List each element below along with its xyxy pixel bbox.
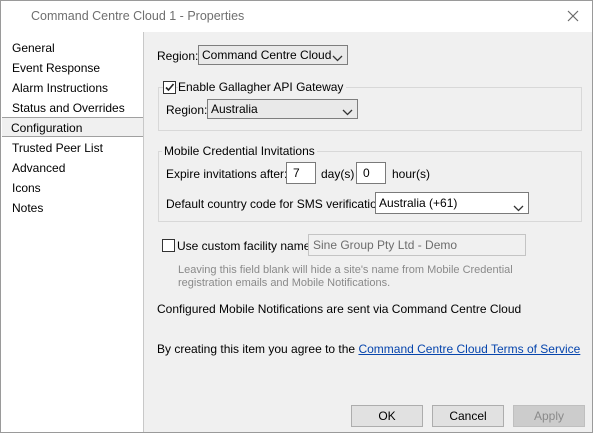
ok-button[interactable]: OK bbox=[351, 405, 423, 427]
nav-item-icons[interactable]: Icons bbox=[12, 180, 41, 197]
nav-item-advanced[interactable]: Advanced bbox=[12, 160, 65, 177]
custom-facility-input[interactable]: Sine Group Pty Ltd - Demo bbox=[308, 234, 526, 256]
country-code-label: Default country code for SMS verificatio… bbox=[166, 197, 387, 211]
terms-of-service-link[interactable]: Command Centre Cloud Terms of Service bbox=[358, 342, 580, 356]
gateway-region-value: Australia bbox=[211, 102, 258, 116]
country-code-value: Australia (+61) bbox=[379, 196, 458, 210]
close-icon[interactable] bbox=[562, 5, 584, 27]
nav-item-status-and-overrides[interactable]: Status and Overrides bbox=[12, 100, 125, 117]
region-dropdown-value: Command Centre Cloud bbox=[202, 48, 332, 62]
cancel-button[interactable]: Cancel bbox=[432, 405, 504, 427]
nav-item-event-response[interactable]: Event Response bbox=[12, 60, 100, 77]
hours-unit: hour(s) bbox=[392, 167, 431, 181]
title-bar: Command Centre Cloud 1 - Properties bbox=[1, 1, 592, 32]
custom-facility-checkbox[interactable] bbox=[162, 239, 175, 252]
terms-sentence: By creating this item you agree to the C… bbox=[157, 342, 580, 356]
days-unit: day(s) bbox=[321, 167, 355, 181]
custom-facility-label[interactable]: Use custom facility name bbox=[177, 239, 310, 253]
region-dropdown[interactable]: Command Centre Cloud bbox=[198, 45, 348, 65]
expire-label: Expire invitations after: bbox=[166, 167, 288, 181]
chevron-down-icon bbox=[513, 199, 524, 212]
chevron-down-icon bbox=[342, 104, 353, 116]
facility-hint-line1: Leaving this field blank will hide a sit… bbox=[178, 264, 513, 276]
notifications-text: Configured Mobile Notifications are sent… bbox=[157, 302, 522, 316]
gateway-region-dropdown[interactable]: Australia bbox=[207, 99, 358, 119]
sidebar-nav: General Event Response Alarm Instruction… bbox=[1, 32, 143, 432]
facility-hint-line2: registration emails and Mobile Notificat… bbox=[178, 277, 391, 289]
configuration-panel: Region: Command Centre Cloud Enable Gall… bbox=[143, 32, 592, 432]
properties-dialog: Command Centre Cloud 1 - Properties Gene… bbox=[0, 0, 593, 433]
region-label: Region: bbox=[157, 49, 199, 63]
chevron-down-icon bbox=[332, 50, 343, 62]
expire-days-input[interactable]: 7 bbox=[286, 162, 316, 184]
gateway-checkbox-label[interactable]: Enable Gallagher API Gateway bbox=[178, 80, 347, 94]
gateway-region-label: Region: bbox=[166, 103, 208, 117]
gateway-checkbox[interactable] bbox=[163, 81, 176, 94]
country-code-dropdown[interactable]: Australia (+61) bbox=[375, 192, 529, 214]
terms-prefix: By creating this item you agree to the bbox=[157, 342, 359, 356]
nav-item-alarm-instructions[interactable]: Alarm Instructions bbox=[12, 80, 108, 97]
expire-hours-input[interactable]: 0 bbox=[356, 162, 386, 184]
apply-button[interactable]: Apply bbox=[513, 405, 585, 427]
nav-item-general[interactable]: General bbox=[12, 40, 55, 57]
nav-item-configuration[interactable]: Configuration bbox=[2, 117, 143, 137]
nav-item-notes[interactable]: Notes bbox=[12, 200, 43, 217]
checkmark-icon bbox=[165, 83, 175, 92]
mci-group-title: Mobile Credential Invitations bbox=[162, 144, 317, 158]
nav-item-trusted-peer-list[interactable]: Trusted Peer List bbox=[12, 140, 103, 157]
window-title: Command Centre Cloud 1 - Properties bbox=[31, 9, 245, 23]
